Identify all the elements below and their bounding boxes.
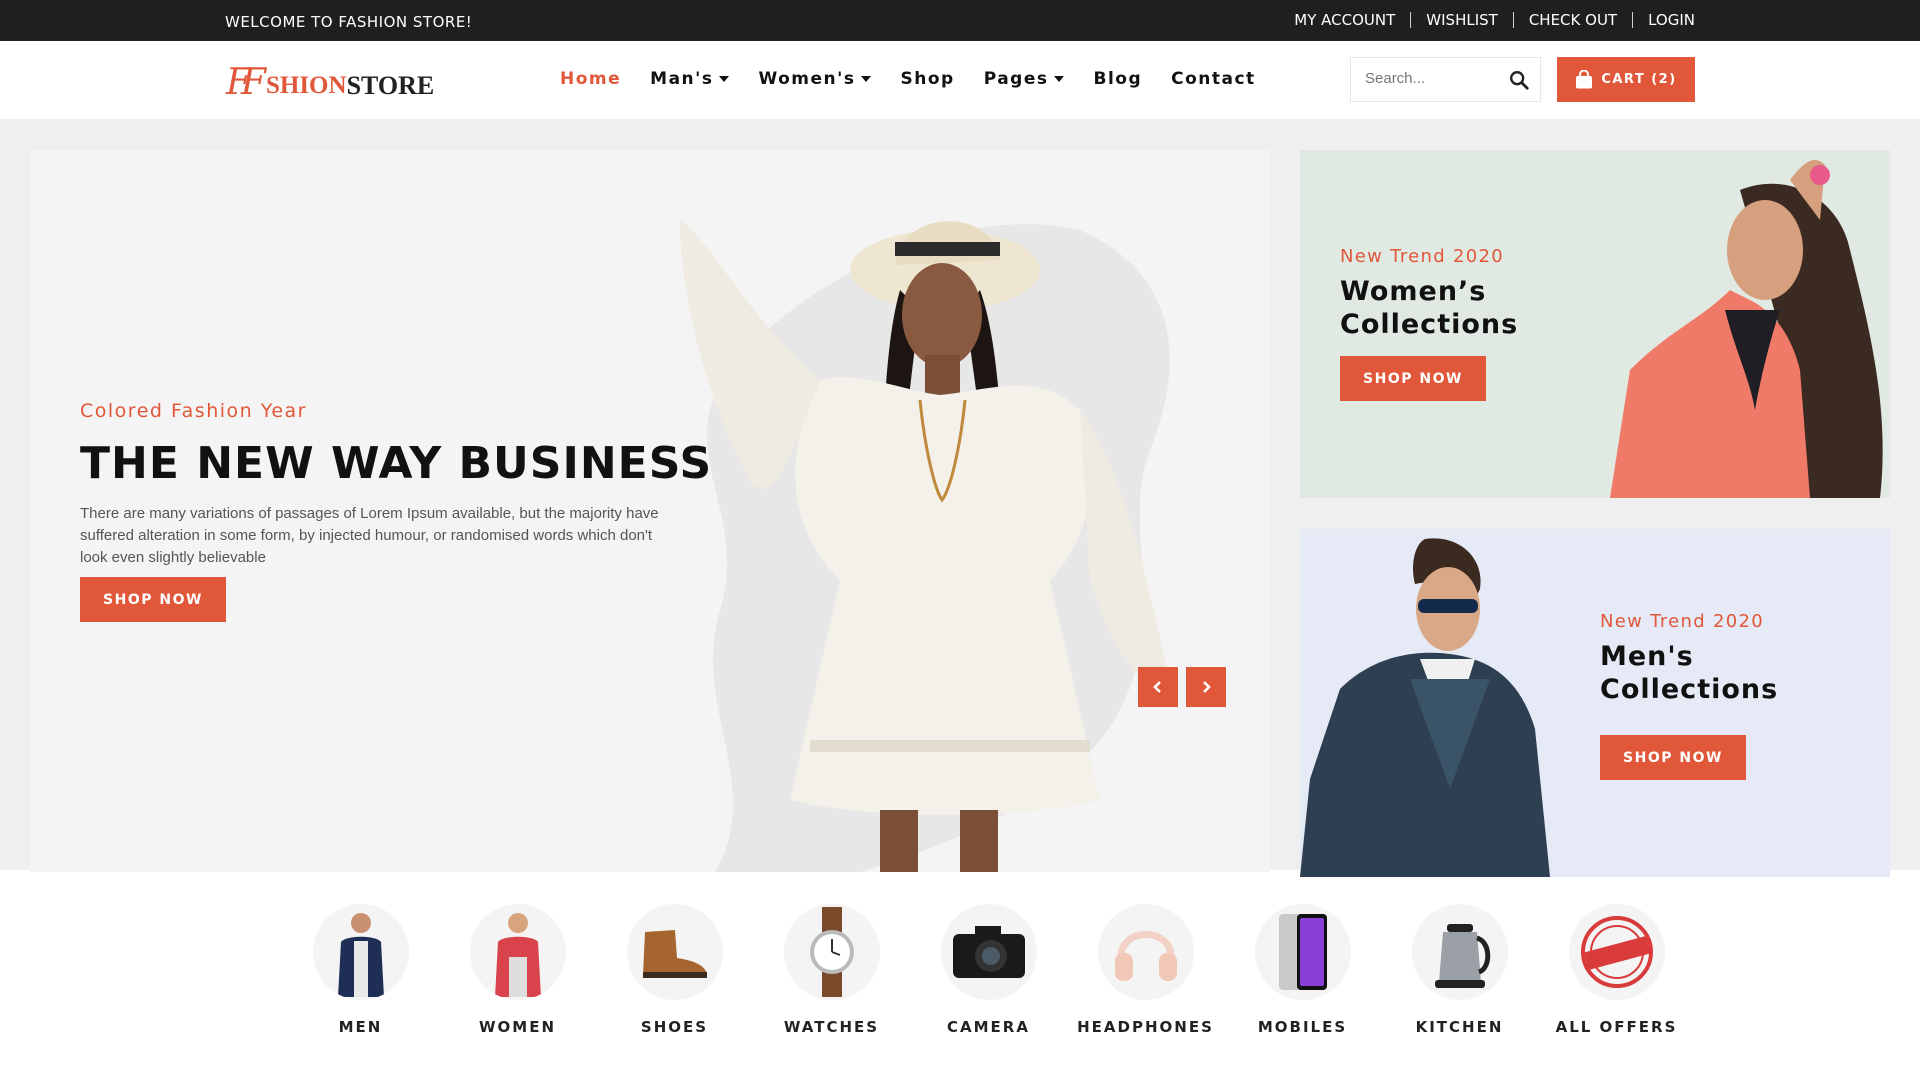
women-banner-title: Women’s Collections: [1340, 276, 1519, 340]
search-box: [1350, 57, 1541, 102]
category-label: SHOES: [640, 1018, 709, 1036]
men-icon: [312, 904, 409, 1000]
kettle-icon: [1411, 904, 1508, 1000]
category-label: MEN: [338, 1018, 383, 1036]
mens-collection-banner[interactable]: New Trend 2020 Men's Collections SHOP NO…: [1300, 529, 1890, 877]
category-list: MEN WOMEN SHOES WATCHES CAMERA HEADPHONE…: [282, 904, 1695, 1036]
search-icon[interactable]: [1508, 69, 1530, 91]
logo-text-part1: SHION: [265, 72, 347, 99]
nav-mans-label: Man's: [650, 69, 714, 89]
category-shoes[interactable]: SHOES: [596, 904, 753, 1036]
category-label: HEADPHONES: [1077, 1018, 1214, 1036]
category-camera[interactable]: CAMERA: [910, 904, 1067, 1036]
cart-button[interactable]: CART (2): [1557, 57, 1695, 102]
shoes-icon: [626, 904, 723, 1000]
checkout-link[interactable]: CHECK OUT: [1512, 12, 1632, 28]
welcome-text: WELCOME TO FASHION STORE!: [225, 13, 473, 31]
nav-shop-label: Shop: [900, 69, 955, 89]
slide-text: Colored Fashion Year THE NEW WAY BUSINES…: [80, 400, 713, 569]
nav-home-label: Home: [560, 69, 622, 89]
category-label: WATCHES: [783, 1018, 880, 1036]
nav-mans[interactable]: Man's: [650, 69, 730, 89]
logo-text-part2: STORE: [346, 71, 435, 100]
category-headphones[interactable]: HEADPHONES: [1067, 904, 1224, 1036]
category-watches[interactable]: WATCHES: [753, 904, 910, 1036]
men-banner-title: Men's Collections: [1600, 641, 1779, 705]
login-link[interactable]: LOGIN: [1632, 12, 1695, 28]
chevron-left-icon: [1153, 681, 1161, 693]
category-men[interactable]: MEN: [282, 904, 439, 1036]
site-header: FF SHION STORE Home Man's Women's Shop P…: [0, 41, 1920, 119]
chevron-down-icon: [861, 76, 872, 82]
cart-label: CART (2): [1601, 72, 1677, 87]
men-model-image: [1300, 538, 1550, 877]
category-label: MOBILES: [1257, 1018, 1348, 1036]
category-all-offers[interactable]: ALL OFFERS: [1538, 904, 1695, 1036]
site-logo[interactable]: FF SHION STORE: [226, 61, 434, 101]
headphones-icon: [1097, 904, 1194, 1000]
nav-contact-label: Contact: [1171, 69, 1256, 89]
slide-title: THE NEW WAY BUSINESS: [80, 438, 713, 489]
nav-womens[interactable]: Women's: [758, 69, 872, 89]
men-banner-eyebrow: New Trend 2020: [1600, 611, 1764, 632]
slider-next-button[interactable]: [1186, 667, 1226, 707]
search-input[interactable]: [1365, 70, 1495, 87]
chevron-right-icon: [1203, 681, 1211, 693]
nav-home[interactable]: Home: [560, 69, 621, 89]
category-women[interactable]: WOMEN: [439, 904, 596, 1036]
women-model-image: [1610, 160, 1883, 498]
slide-shop-now-button[interactable]: SHOP NOW: [80, 577, 226, 622]
logo-monogram: FF: [226, 62, 266, 103]
slide-description: There are many variations of passages of…: [80, 505, 659, 566]
wishlist-link[interactable]: WISHLIST: [1410, 12, 1513, 28]
nav-blog[interactable]: Blog: [1093, 69, 1142, 89]
nav-blog-label: Blog: [1093, 69, 1143, 89]
category-label: KITCHEN: [1415, 1018, 1504, 1036]
chevron-down-icon: [1054, 76, 1065, 82]
main-nav: Home Man's Women's Shop Pages Blog Conta…: [560, 69, 1285, 89]
category-mobiles[interactable]: MOBILES: [1224, 904, 1381, 1036]
category-label: WOMEN: [478, 1018, 557, 1036]
top-bar: WELCOME TO FASHION STORE! MY ACCOUNT WIS…: [0, 0, 1920, 41]
women-icon: [469, 904, 566, 1000]
watch-icon: [783, 904, 880, 1000]
mobile-icon: [1254, 904, 1351, 1000]
category-label: CAMERA: [947, 1018, 1030, 1036]
special-offer-icon: [1568, 904, 1665, 1000]
hero-slider: Colored Fashion Year THE NEW WAY BUSINES…: [30, 150, 1270, 872]
nav-womens-label: Women's: [758, 69, 856, 89]
top-links: MY ACCOUNT WISHLIST CHECK OUT LOGIN: [1279, 12, 1695, 28]
category-kitchen[interactable]: KITCHEN: [1381, 904, 1538, 1036]
slide-eyebrow: Colored Fashion Year: [80, 400, 307, 422]
women-shop-now-button[interactable]: SHOP NOW: [1340, 356, 1486, 401]
my-account-link[interactable]: MY ACCOUNT: [1279, 12, 1410, 28]
shopping-bag-icon: [1576, 70, 1593, 89]
chevron-down-icon: [719, 76, 730, 82]
womens-collection-banner[interactable]: New Trend 2020 Women’s Collections SHOP …: [1300, 150, 1890, 498]
nav-pages[interactable]: Pages: [984, 69, 1065, 89]
category-label: ALL OFFERS: [1555, 1018, 1678, 1036]
nav-shop[interactable]: Shop: [900, 69, 954, 89]
camera-icon: [940, 904, 1037, 1000]
women-banner-eyebrow: New Trend 2020: [1340, 246, 1504, 267]
hero-model-image: [680, 220, 1170, 872]
slider-prev-button[interactable]: [1138, 667, 1178, 707]
nav-pages-label: Pages: [983, 69, 1049, 89]
men-shop-now-button[interactable]: SHOP NOW: [1600, 735, 1746, 780]
nav-contact[interactable]: Contact: [1171, 69, 1256, 89]
